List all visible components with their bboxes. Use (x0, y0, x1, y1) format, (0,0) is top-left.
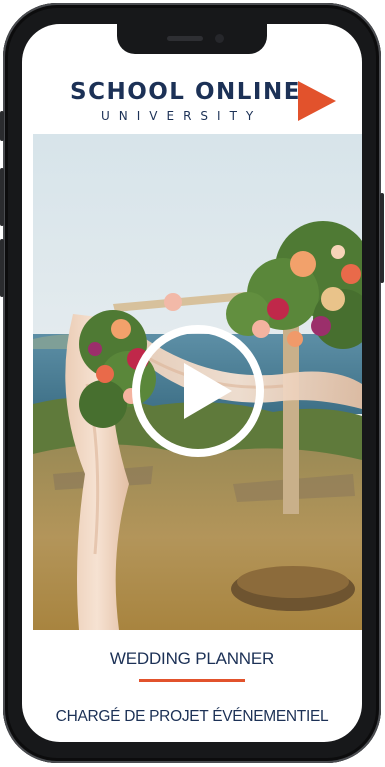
mute-switch (0, 111, 4, 141)
front-camera (215, 34, 224, 43)
phone-frame: SCHOOL ONLINE UNIVERSITY WEDDING PLANNER… (0, 3, 384, 763)
school-online-university-logo[interactable]: SCHOOL ONLINE UNIVERSITY (70, 79, 340, 135)
volume-down-button (0, 239, 4, 297)
phone-screen: SCHOOL ONLINE UNIVERSITY WEDDING PLANNER… (22, 24, 362, 742)
course-subtitle: CHARGÉ DE PROJET ÉVÉNEMENTIEL (55, 708, 329, 725)
play-triangle-glyph (184, 363, 232, 419)
play-circle-icon[interactable] (132, 325, 264, 457)
speaker-grille (167, 36, 203, 41)
logo-line-school-online: SCHOOL ONLINE (70, 79, 301, 105)
logo-line-university: UNIVERSITY (101, 109, 263, 123)
video-thumbnail[interactable] (33, 134, 362, 630)
phone-notch (117, 24, 267, 54)
play-triangle-icon (298, 81, 336, 121)
title-underline (139, 679, 245, 682)
power-button (380, 193, 384, 283)
volume-up-button (0, 168, 4, 226)
course-title: WEDDING PLANNER (109, 649, 275, 668)
